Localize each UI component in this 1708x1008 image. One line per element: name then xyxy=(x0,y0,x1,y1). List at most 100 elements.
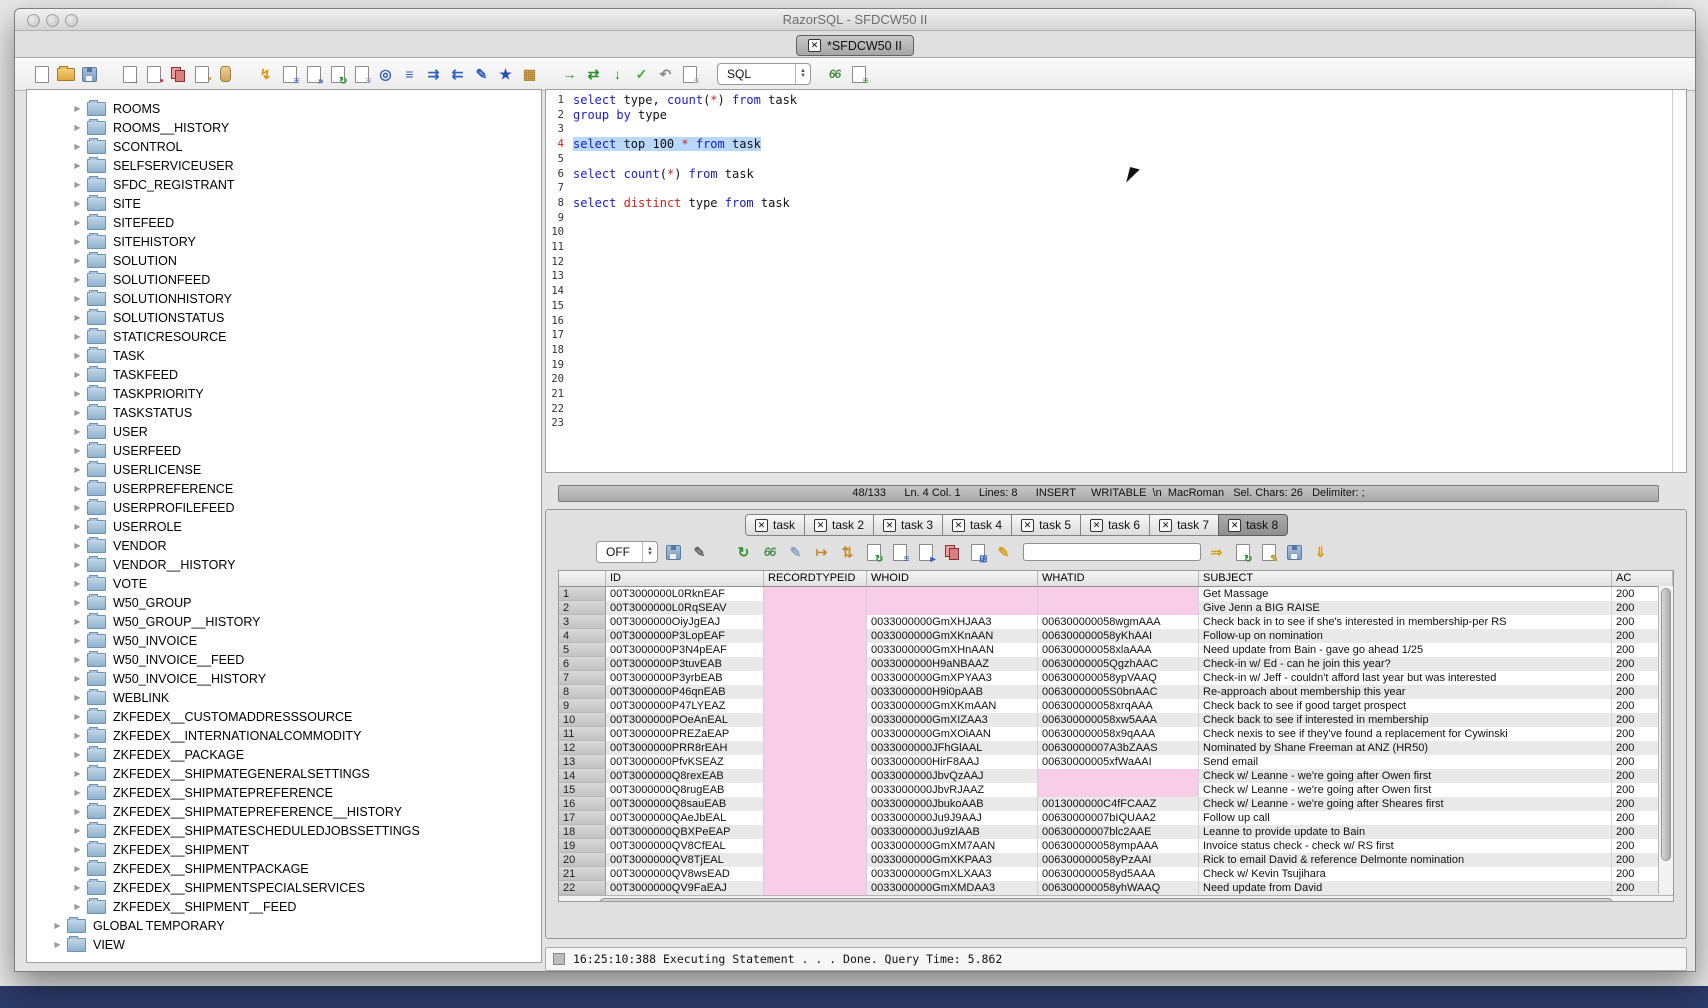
table-cell[interactable]: 0033000000GmXOiAAN xyxy=(867,727,1038,741)
result-tab-task-4[interactable]: ✕task 4 xyxy=(942,514,1012,536)
table-cell[interactable]: Check w/ Leanne - we're going after Shea… xyxy=(1199,797,1612,811)
table-cell[interactable]: 0033000000GmXPYAA3 xyxy=(867,671,1038,685)
table-cell[interactable]: Give Jenn a BIG RAISE xyxy=(1199,601,1612,615)
table-cell[interactable] xyxy=(764,643,867,657)
tree-item-taskpriority[interactable]: ▶TASKPRIORITY xyxy=(27,384,541,403)
export-refresh-icon[interactable]: ↻ xyxy=(1232,542,1253,562)
tree-item-user[interactable]: ▶USER xyxy=(27,422,541,441)
tree-item-scontrol[interactable]: ▶SCONTROL xyxy=(27,137,541,156)
copy-files-icon[interactable] xyxy=(167,64,188,84)
table-cell[interactable]: 00T3000000QV9FaEAJ xyxy=(606,881,764,895)
tree-item-view[interactable]: ▶VIEW xyxy=(27,935,541,954)
disclosure-triangle-icon[interactable]: ▶ xyxy=(71,712,84,721)
table-cell[interactable]: 00T3000000P46qnEAB xyxy=(606,685,764,699)
table-cell[interactable]: 00T3000000Q8rugEAB xyxy=(606,783,764,797)
disclosure-triangle-icon[interactable]: ▶ xyxy=(71,731,84,740)
disclosure-triangle-icon[interactable]: ▶ xyxy=(51,921,64,930)
format-outdent-icon[interactable]: ⇇ xyxy=(447,64,468,84)
row-number-header[interactable] xyxy=(559,571,606,586)
clipboard-icon[interactable]: ≡ xyxy=(679,64,700,84)
table-cell[interactable]: 0033000000JbvQzAAJ xyxy=(867,769,1038,783)
code-line[interactable]: select distinct type from task xyxy=(573,196,1672,211)
save-results-icon[interactable] xyxy=(663,542,684,562)
edit-cell-icon[interactable]: ✎ xyxy=(785,542,806,562)
preview-glasses-icon[interactable]: 66 xyxy=(824,64,845,84)
column-header-recordtypeid[interactable]: RECORDTYPEID xyxy=(764,571,867,586)
close-tab-icon[interactable]: ✕ xyxy=(814,519,827,532)
tree-item-task[interactable]: ▶TASK xyxy=(27,346,541,365)
table-row[interactable]: 2200T3000000QV9FaEAJ0033000000GmXMDAA300… xyxy=(559,881,1673,895)
table-cell[interactable]: 00T3000000QV8TjEAL xyxy=(606,853,764,867)
table-cell[interactable] xyxy=(764,811,867,825)
table-cell[interactable]: 006300000058wgmAAA xyxy=(1038,615,1199,629)
save-icon[interactable] xyxy=(79,64,100,84)
table-row[interactable]: 1100T3000000PREZaEAP0033000000GmXOiAAN00… xyxy=(559,727,1673,741)
disclosure-triangle-icon[interactable]: ▶ xyxy=(71,161,84,170)
horizontal-scroll-thumb[interactable] xyxy=(599,898,1613,902)
document-info-icon[interactable]: ≡ xyxy=(351,64,372,84)
table-row[interactable]: 200T3000000L0RqSEAVGive Jenn a BIG RAISE… xyxy=(559,601,1673,615)
disclosure-triangle-icon[interactable]: ▶ xyxy=(71,883,84,892)
code-line[interactable] xyxy=(573,181,1672,196)
table-cell[interactable]: 00T3000000P3yrbEAB xyxy=(606,671,764,685)
table-cell[interactable] xyxy=(764,615,867,629)
tree-item-zkfedex-shipmatescheduledjobssettings[interactable]: ▶ZKFEDEX__SHIPMATESCHEDULEDJOBSSETTINGS xyxy=(27,821,541,840)
disclosure-triangle-icon[interactable]: ▶ xyxy=(71,788,84,797)
code-line[interactable] xyxy=(573,284,1672,299)
code-line[interactable] xyxy=(573,225,1672,240)
swap-arrows-icon[interactable]: ⇄ xyxy=(583,64,604,84)
code-line[interactable]: group by type xyxy=(573,108,1672,123)
disclosure-triangle-icon[interactable]: ▶ xyxy=(71,275,84,284)
table-cell[interactable]: 0033000000GmXMDAA3 xyxy=(867,881,1038,895)
tree-item-solutionhistory[interactable]: ▶SOLUTIONHISTORY xyxy=(27,289,541,308)
table-cell[interactable]: 00T3000000PRR8rEAH xyxy=(606,741,764,755)
tree-item-site[interactable]: ▶SITE xyxy=(27,194,541,213)
favorites-star-icon[interactable]: ★ xyxy=(495,64,516,84)
column-header-whatid[interactable]: WHATID xyxy=(1038,571,1199,586)
filter-edit-icon[interactable]: ✎ xyxy=(689,542,710,562)
table-cell[interactable]: 0033000000H9i0pAAB xyxy=(867,685,1038,699)
code-line[interactable] xyxy=(573,372,1672,387)
disclosure-triangle-icon[interactable]: ▶ xyxy=(71,218,84,227)
table-cell[interactable]: 00T3000000Q8sauEAB xyxy=(606,797,764,811)
code-line[interactable] xyxy=(573,240,1672,255)
copy-results-icon[interactable] xyxy=(941,542,962,562)
tree-item-userprofilefeed[interactable]: ▶USERPROFILEFEED xyxy=(27,498,541,517)
disclosure-triangle-icon[interactable]: ▶ xyxy=(71,503,84,512)
result-tab-task[interactable]: ✕task xyxy=(745,514,805,536)
table-row[interactable]: 900T3000000P47LYEAZ0033000000GmXKmAAN006… xyxy=(559,699,1673,713)
results-search-input[interactable] xyxy=(1023,543,1201,561)
disclosure-triangle-icon[interactable]: ▶ xyxy=(71,256,84,265)
close-window-icon[interactable] xyxy=(27,14,40,27)
table-cell[interactable]: Re-approach about membership this year xyxy=(1199,685,1612,699)
table-cell[interactable] xyxy=(764,867,867,881)
table-cell[interactable]: 00T3000000P3LopEAF xyxy=(606,629,764,643)
code-line[interactable] xyxy=(573,255,1672,270)
table-cell[interactable]: 00T3000000P47LYEAZ xyxy=(606,699,764,713)
format-indent-icon[interactable]: ⇉ xyxy=(423,64,444,84)
table-cell[interactable] xyxy=(764,741,867,755)
table-row[interactable]: 1700T3000000QAeJbEAL0033000000Ju9J9AAJ00… xyxy=(559,811,1673,825)
code-line[interactable] xyxy=(573,343,1672,358)
table-cell[interactable]: 00630000007blc2AAE xyxy=(1038,825,1199,839)
table-cell[interactable]: 00T3000000P3tuvEAB xyxy=(606,657,764,671)
disclosure-triangle-icon[interactable]: ▶ xyxy=(71,408,84,417)
code-line[interactable] xyxy=(573,328,1672,343)
code-line[interactable]: select type, count(*) from task xyxy=(573,93,1672,108)
table-cell[interactable]: 00T3000000QV8wsEAD xyxy=(606,867,764,881)
table-cell[interactable]: 006300000058xrqAAA xyxy=(1038,699,1199,713)
disclosure-triangle-icon[interactable]: ▶ xyxy=(71,465,84,474)
disclosure-triangle-icon[interactable]: ▶ xyxy=(71,522,84,531)
tree-item-sfdc-registrant[interactable]: ▶SFDC_REGISTRANT xyxy=(27,175,541,194)
tree-item-taskfeed[interactable]: ▶TASKFEED xyxy=(27,365,541,384)
refresh-results-icon[interactable]: ↻ xyxy=(733,542,754,562)
close-tab-icon[interactable]: ✕ xyxy=(755,519,768,532)
run-script-icon[interactable]: » xyxy=(303,64,324,84)
disclosure-triangle-icon[interactable]: ▶ xyxy=(71,693,84,702)
table-cell[interactable]: 0033000000GmXKPAA3 xyxy=(867,853,1038,867)
new-document-icon[interactable] xyxy=(31,64,52,84)
tree-item-rooms[interactable]: ▶ROOMS xyxy=(27,99,541,118)
table-cell[interactable] xyxy=(764,881,867,895)
row-limit-dropdown[interactable]: OFF ▲▼ xyxy=(596,541,658,563)
table-horizontal-scrollbar[interactable] xyxy=(559,895,1673,902)
